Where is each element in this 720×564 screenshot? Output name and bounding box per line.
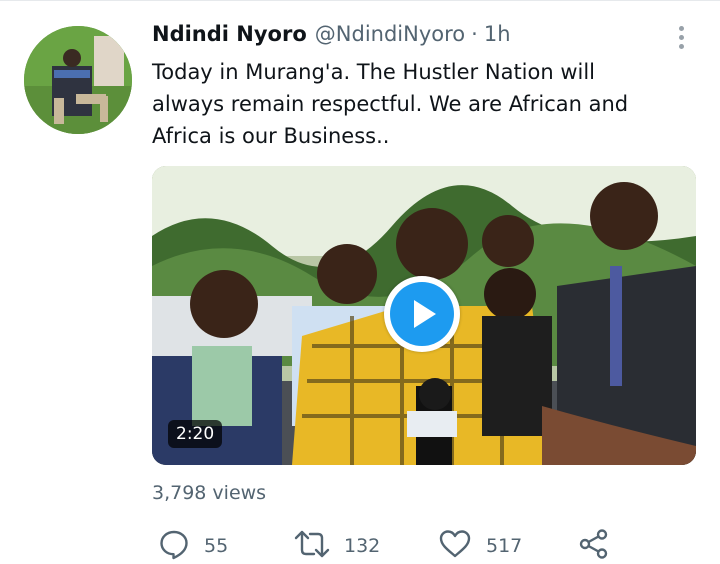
avatar-photo — [24, 26, 132, 134]
retweet-icon — [294, 528, 330, 564]
reply-icon — [158, 528, 190, 564]
retweet-button[interactable]: 132 — [294, 528, 380, 564]
tweet-text: Today in Murang'a. The Hustler Nation wi… — [152, 60, 629, 148]
timestamp[interactable]: 1h — [484, 22, 511, 46]
heart-icon — [438, 528, 472, 564]
reply-button[interactable]: 55 — [158, 528, 228, 564]
more-vertical-icon[interactable] — [670, 20, 692, 54]
video-duration: 2:20 — [168, 420, 223, 448]
play-icon — [390, 282, 454, 346]
reply-count: 55 — [204, 535, 229, 557]
retweet-count: 132 — [344, 535, 381, 557]
user-handle[interactable]: @NdindiNyoro — [315, 22, 465, 46]
view-count[interactable]: 3,798 views — [152, 482, 266, 504]
play-button[interactable] — [384, 276, 460, 352]
like-button[interactable]: 517 — [438, 528, 522, 564]
like-count: 517 — [486, 535, 523, 557]
separator: · — [471, 22, 478, 46]
tweet-header: Ndindi Nyoro @NdindiNyoro · 1h — [152, 22, 511, 54]
display-name[interactable]: Ndindi Nyoro — [152, 22, 307, 46]
share-button[interactable] — [578, 528, 610, 564]
avatar[interactable] — [24, 26, 132, 134]
divider — [0, 0, 720, 1]
share-icon — [578, 528, 610, 564]
